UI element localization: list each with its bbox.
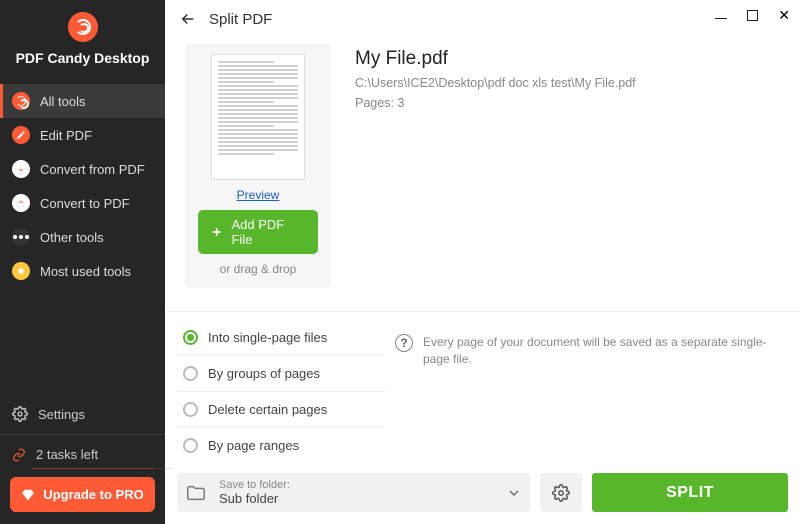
save-folder-value: Sub folder: [219, 491, 494, 506]
sidebar-footer: Settings 2 tasks left Upgrade to PRO: [0, 396, 165, 524]
tasks-underline: [32, 468, 153, 469]
option-groups-of-pages[interactable]: By groups of pages: [177, 356, 385, 392]
file-page-count: Pages: 3: [355, 96, 636, 110]
sidebar-item-convert-from-pdf[interactable]: Convert from PDF: [0, 152, 165, 186]
sidebar-item-label: All tools: [40, 94, 86, 109]
radio-icon: [183, 366, 198, 381]
add-pdf-button[interactable]: Add PDF File: [198, 210, 318, 254]
option-label: By page ranges: [208, 438, 299, 453]
sidebar: PDF Candy Desktop All tools Edit PDF Con…: [0, 0, 165, 524]
dots-icon: [12, 228, 30, 246]
minimize-button[interactable]: [715, 9, 727, 21]
link-icon: [12, 448, 26, 462]
file-name: My File.pdf: [355, 48, 636, 70]
file-card: Preview Add PDF File or drag & drop: [185, 44, 331, 288]
page-title: Split PDF: [209, 11, 272, 28]
plus-icon: [210, 225, 223, 239]
pencil-icon: [12, 126, 30, 144]
settings-gear-button[interactable]: [540, 473, 582, 512]
option-label: By groups of pages: [208, 366, 320, 381]
arrow-down-icon: [12, 160, 30, 178]
gear-icon: [12, 406, 28, 422]
chevron-down-icon: [506, 485, 522, 501]
option-single-page[interactable]: Into single-page files: [177, 320, 385, 356]
bottom-bar: Save to folder: Sub folder SPLIT: [165, 463, 800, 524]
sidebar-item-edit-pdf[interactable]: Edit PDF: [0, 118, 165, 152]
app-title: PDF Candy Desktop: [16, 50, 150, 66]
drag-drop-hint: or drag & drop: [220, 262, 297, 276]
sidebar-item-other-tools[interactable]: Other tools: [0, 220, 165, 254]
gear-icon: [552, 484, 570, 502]
close-button[interactable]: ✕: [778, 8, 790, 22]
radio-icon: [183, 330, 198, 345]
sidebar-item-most-used[interactable]: Most used tools: [0, 254, 165, 288]
upgrade-button[interactable]: Upgrade to PRO: [10, 477, 155, 512]
split-options-list: Into single-page files By groups of page…: [165, 320, 385, 463]
arrow-up-icon: [12, 194, 30, 212]
sidebar-item-label: Convert from PDF: [40, 162, 145, 177]
diamond-icon: [21, 488, 35, 502]
back-button[interactable]: [179, 10, 197, 28]
upgrade-label: Upgrade to PRO: [43, 487, 143, 502]
help-icon: ?: [395, 334, 413, 352]
tasks-left-label: 2 tasks left: [36, 447, 98, 462]
sidebar-item-all-tools[interactable]: All tools: [0, 84, 165, 118]
option-description: ? Every page of your document will be sa…: [385, 320, 800, 369]
preview-link[interactable]: Preview: [237, 188, 280, 202]
settings-button[interactable]: Settings: [0, 396, 165, 432]
option-description-text: Every page of your document will be save…: [423, 334, 776, 369]
tasks-left: 2 tasks left: [0, 437, 165, 472]
radio-icon: [183, 438, 198, 453]
candy-icon: [12, 92, 30, 110]
main: ✕ Split PDF Preview Add PDF File or drag…: [165, 0, 800, 524]
divider: [0, 434, 165, 435]
sidebar-item-label: Most used tools: [40, 264, 131, 279]
folder-icon: [185, 482, 207, 504]
window-controls: ✕: [715, 8, 790, 22]
save-folder-chooser[interactable]: Save to folder: Sub folder: [177, 473, 530, 512]
maximize-button[interactable]: [747, 10, 758, 21]
split-button-label: SPLIT: [666, 484, 714, 502]
logo-area: PDF Candy Desktop: [0, 0, 165, 76]
settings-label: Settings: [38, 407, 85, 422]
save-folder-title: Save to folder:: [219, 479, 494, 491]
sidebar-item-label: Edit PDF: [40, 128, 92, 143]
titlebar: Split PDF: [165, 0, 800, 38]
app-logo-icon: [68, 12, 98, 42]
sidebar-item-label: Other tools: [40, 230, 104, 245]
star-icon: [12, 262, 30, 280]
sidebar-item-convert-to-pdf[interactable]: Convert to PDF: [0, 186, 165, 220]
sidebar-item-label: Convert to PDF: [40, 196, 130, 211]
pdf-thumbnail[interactable]: [211, 54, 305, 180]
file-path: C:\Users\ICE2\Desktop\pdf doc xls test\M…: [355, 76, 636, 90]
split-button[interactable]: SPLIT: [592, 473, 788, 512]
file-meta: My File.pdf C:\Users\ICE2\Desktop\pdf do…: [355, 44, 636, 288]
option-delete-pages[interactable]: Delete certain pages: [177, 392, 385, 428]
add-pdf-label: Add PDF File: [231, 217, 306, 247]
sidebar-nav: All tools Edit PDF Convert from PDF Conv…: [0, 84, 165, 288]
option-label: Delete certain pages: [208, 402, 327, 417]
options-area: Into single-page files By groups of page…: [165, 311, 800, 524]
content-top: Preview Add PDF File or drag & drop My F…: [165, 38, 800, 288]
option-page-ranges[interactable]: By page ranges: [177, 428, 385, 463]
radio-icon: [183, 402, 198, 417]
option-label: Into single-page files: [208, 330, 327, 345]
